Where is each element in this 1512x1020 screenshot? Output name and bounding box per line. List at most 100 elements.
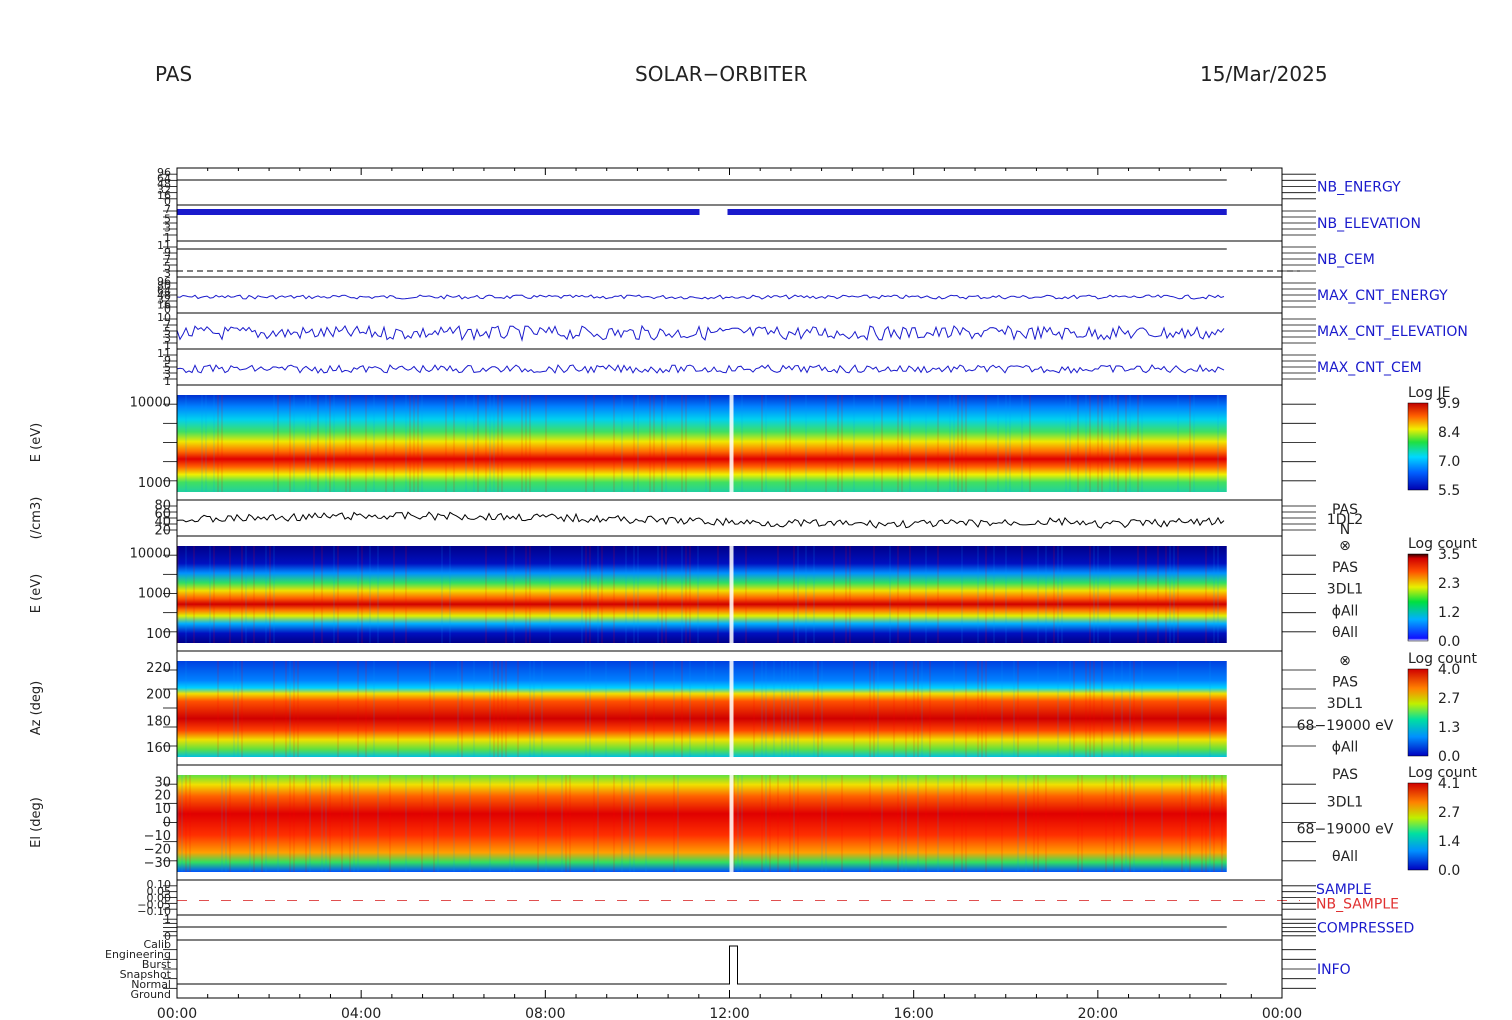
spectrogram-streak — [1177, 546, 1179, 643]
spectrogram-streak — [217, 395, 219, 492]
spectrogram-streak — [185, 775, 187, 872]
spectrogram-streak — [853, 395, 855, 492]
spectrogram-streak — [1113, 661, 1115, 757]
summary-plot-page: PAS SOLAR−ORBITER 15/Mar/2025 96 64 48 3… — [0, 0, 1512, 1020]
spectrogram-streak — [505, 546, 507, 643]
spectrogram-streak — [897, 546, 899, 643]
spectrogram-streak — [925, 775, 927, 872]
spectrogram-streak — [1165, 546, 1167, 643]
spectrogram-streak — [525, 546, 527, 643]
spectrogram-streak — [593, 395, 595, 492]
spectrogram-streak — [393, 546, 395, 643]
spectrogram-streak — [981, 661, 983, 757]
spectrogram-streak — [629, 775, 631, 872]
spectrogram-streak — [1189, 775, 1191, 872]
spectrogram-streak — [1093, 546, 1095, 643]
spectrogram-streak — [841, 395, 843, 492]
spectrogram-streak — [409, 395, 411, 492]
spectrogram-streak — [437, 775, 439, 872]
spectrogram-streak — [909, 395, 911, 492]
spectrogram-streak — [805, 546, 807, 643]
spectrogram-streak — [497, 661, 499, 757]
colorbar-tick: 2.3 — [1438, 576, 1460, 592]
spectrogram-streak — [369, 546, 371, 643]
spectrogram-streak — [613, 775, 615, 872]
spectrogram-streak — [633, 775, 635, 872]
spectrogram-streak — [1189, 395, 1191, 492]
spectrogram-streak — [913, 661, 915, 757]
y-axis-label-azimuth: Az (deg) — [29, 681, 44, 736]
spectrogram-streak — [1205, 775, 1207, 872]
spectrogram-streak — [1093, 661, 1095, 757]
spectrogram-streak — [597, 775, 599, 872]
spectrogram-streak — [289, 395, 291, 492]
spectrogram-streak — [1101, 395, 1103, 492]
data-gap — [729, 393, 734, 494]
spectrogram-streak — [905, 775, 907, 872]
spectrogram-streak — [293, 395, 295, 492]
spectrogram-streak — [789, 775, 791, 872]
spectrogram-streak — [405, 395, 407, 492]
spectrogram-streak — [497, 395, 499, 492]
spectrogram-streak — [621, 775, 623, 872]
spectrogram-streak — [265, 546, 267, 643]
x-tick-label: 00:00 — [1262, 1006, 1302, 1020]
spectrogram-streak — [589, 661, 591, 757]
spectrogram-streak — [665, 395, 667, 492]
right-label-max_cnt_elevation: MAX_CNT_ELEVATION — [1317, 324, 1468, 340]
spectrogram-streak — [337, 546, 339, 643]
spectrogram-streak — [473, 395, 475, 492]
y-axis-label-density: (/cm3) — [29, 497, 44, 540]
spectrogram-streak — [753, 661, 755, 757]
spectrogram-streak — [509, 775, 511, 872]
spectrogram-streak — [897, 775, 899, 872]
spectrogram-streak — [813, 661, 815, 757]
spectrogram-streak — [961, 546, 963, 643]
spectrogram-streak — [189, 775, 191, 872]
spectrogram-streak — [253, 546, 255, 643]
spectrogram-streak — [365, 395, 367, 492]
right-label-nb_energy: NB_ENERGY — [1317, 180, 1401, 196]
spectrogram-streak — [965, 395, 967, 492]
spectrogram-streak — [413, 395, 415, 492]
spectrogram-streak — [613, 395, 615, 492]
spectrogram-streak — [1057, 661, 1059, 757]
right-label: 68−19000 eV — [1297, 718, 1394, 734]
spectrogram-streak — [929, 661, 931, 757]
right-label-nb_elevation: NB_ELEVATION — [1317, 216, 1421, 232]
spectrogram-streak — [1177, 395, 1179, 492]
spectrogram-streak — [1113, 395, 1115, 492]
spectrogram-streak — [777, 775, 779, 872]
spectrogram-streak — [1081, 775, 1083, 872]
spectrogram-streak — [357, 775, 359, 872]
spectrogram-streak — [341, 775, 343, 872]
spectrogram-streak — [905, 661, 907, 757]
data-gap — [729, 544, 734, 645]
spectrogram-streak — [1105, 775, 1107, 872]
spectrogram-streak — [1001, 661, 1003, 757]
spectrogram-streak — [789, 661, 791, 757]
series-gap — [699, 209, 728, 215]
spectrogram-streak — [261, 775, 263, 872]
colorbar-tick: 5.5 — [1438, 483, 1460, 499]
spectrogram-streak — [1141, 395, 1143, 492]
spectrogram-streak — [505, 661, 507, 757]
spectrogram-streak — [1013, 661, 1015, 757]
spectrogram-streak — [621, 395, 623, 492]
spectrogram-streak — [653, 661, 655, 757]
spectrogram-streak — [485, 546, 487, 643]
spectrogram-streak — [417, 395, 419, 492]
right-label: 3DL1 — [1327, 582, 1363, 598]
spectrogram-streak — [685, 546, 687, 643]
spectrogram-streak — [273, 395, 275, 492]
series-line-max_cnt_elevation — [176, 324, 1225, 342]
y-tick-label: 1 — [164, 375, 171, 388]
spectrogram-streak — [741, 775, 743, 872]
right-label: 3DL1 — [1327, 794, 1363, 810]
right-label-nb_cem: NB_CEM — [1317, 252, 1375, 268]
spectrogram-streak — [789, 395, 791, 492]
spectrogram-streak — [1033, 775, 1035, 872]
spectrogram-streak — [953, 775, 955, 872]
spectrogram-streak — [277, 775, 279, 872]
spectrogram-streak — [773, 661, 775, 757]
